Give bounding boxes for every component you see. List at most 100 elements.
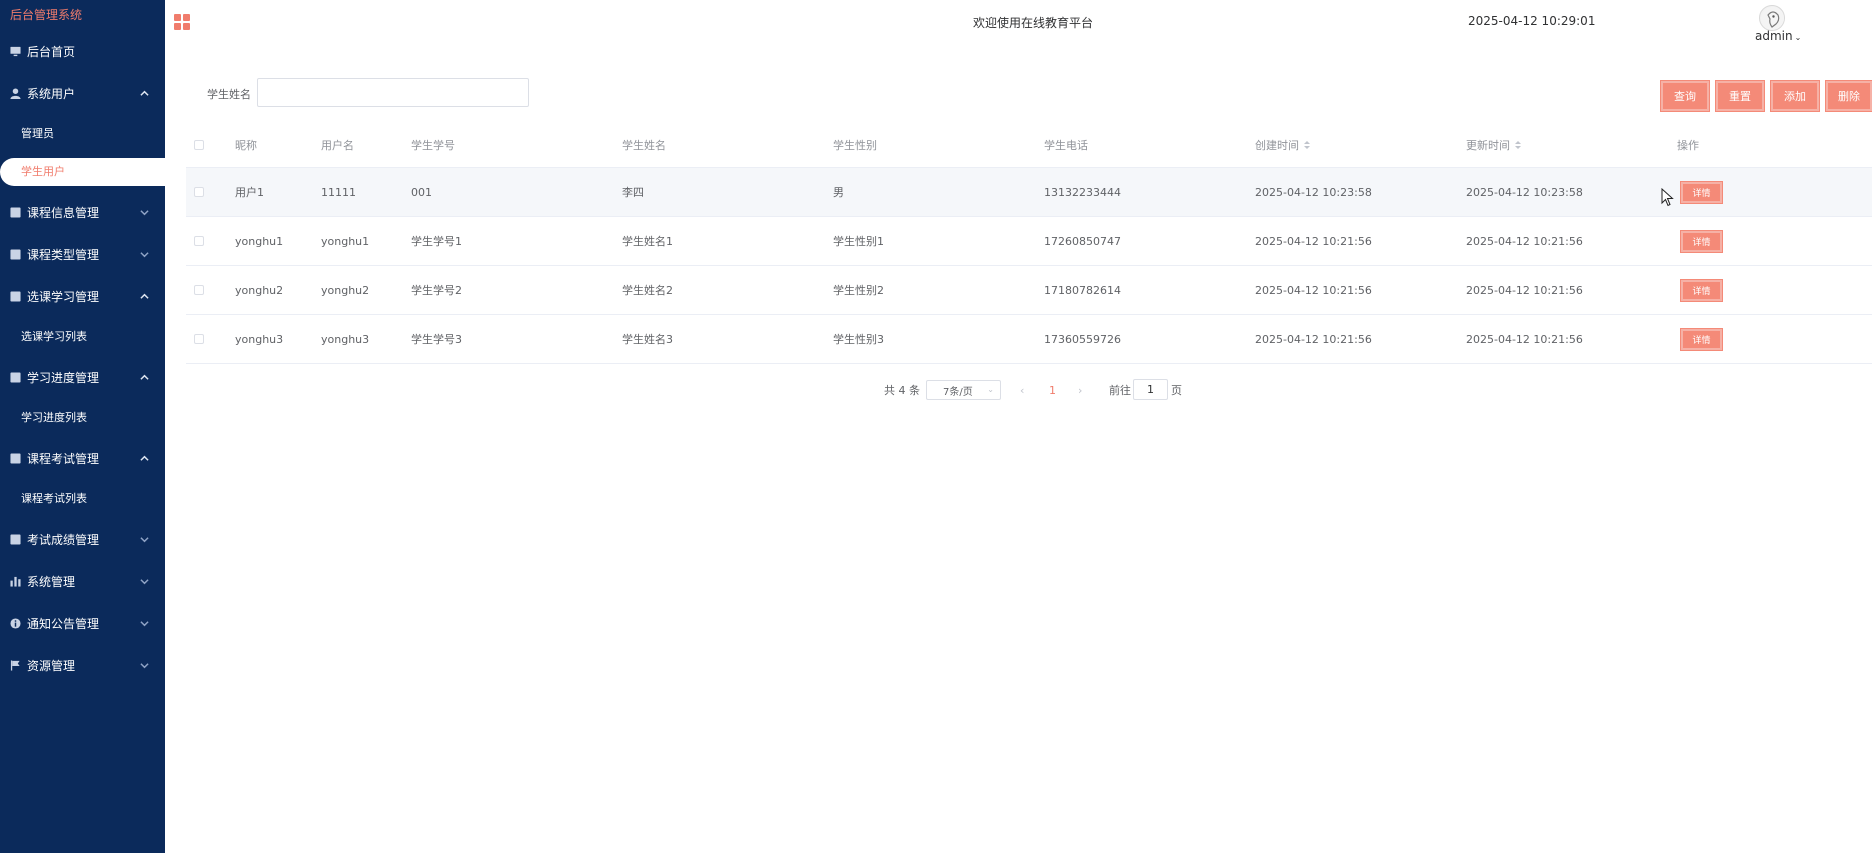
page-size-select[interactable]: 7条/页 ⌄ (926, 380, 1001, 400)
chevron-down-icon (140, 560, 149, 602)
table-header: 昵称 用户名 学生学号 学生姓名 学生性别 学生电话 创建时间 更新时间 操作 (186, 123, 1872, 168)
next-page-icon[interactable]: › (1078, 380, 1082, 400)
sidebar-group-course-type[interactable]: 课程类型管理 (0, 233, 165, 275)
column-header: 用户名 (321, 139, 354, 152)
chevron-down-icon (140, 602, 149, 644)
sort-icon[interactable] (1304, 141, 1310, 149)
list-icon (10, 290, 21, 302)
sidebar-item-student-users[interactable]: 学生用户 (0, 158, 165, 186)
chevron-down-icon: ⌄ (1794, 33, 1802, 42)
add-button[interactable]: 添加 (1770, 80, 1820, 112)
cell-created: 2025-04-12 10:23:58 (1255, 185, 1372, 199)
page-number-current[interactable]: 1 (1049, 380, 1056, 400)
delete-button[interactable]: 删除 (1825, 80, 1872, 112)
cell-updated: 2025-04-12 10:21:56 (1466, 234, 1583, 248)
sidebar-group-course-info[interactable]: 课程信息管理 (0, 191, 165, 233)
sidebar-item-course-selection-list[interactable]: 选课学习列表 (0, 317, 165, 356)
sidebar-group-label: 课程信息管理 (27, 205, 100, 220)
column-header: 学生性别 (833, 139, 877, 152)
sidebar-group-scores[interactable]: 考试成绩管理 (0, 518, 165, 560)
chevron-down-icon (140, 644, 149, 686)
select-all-checkbox[interactable] (194, 123, 204, 167)
column-header: 昵称 (235, 139, 257, 152)
cell-username: 11111 (321, 185, 356, 199)
sidebar-group-resources[interactable]: 资源管理 (0, 644, 165, 686)
cell-student-id: 001 (411, 185, 432, 199)
sidebar-group-label: 考试成绩管理 (27, 532, 100, 547)
row-checkbox[interactable] (194, 168, 204, 216)
column-header-updated[interactable]: 更新时间 (1466, 123, 1521, 167)
sidebar-group-system-users[interactable]: 系统用户 (0, 72, 165, 114)
detail-button[interactable]: 详情 (1680, 180, 1723, 204)
sidebar-group-label: 系统管理 (27, 574, 76, 589)
mouse-cursor-icon (1661, 188, 1674, 207)
sidebar-group-label: 资源管理 (27, 658, 76, 673)
current-datetime: 2025-04-12 10:29:01 (1468, 14, 1596, 28)
cell-gender: 学生性别1 (833, 235, 884, 248)
sidebar-group-system-admin[interactable]: 系统管理 (0, 560, 165, 602)
monitor-icon (10, 46, 21, 57)
column-header-label: 更新时间 (1466, 139, 1510, 152)
query-button[interactable]: 查询 (1660, 80, 1710, 112)
search-label: 学生姓名 (207, 88, 251, 101)
prev-page-icon[interactable]: ‹ (1020, 380, 1024, 400)
chevron-up-icon (140, 356, 149, 398)
list-icon (10, 248, 21, 260)
row-checkbox[interactable] (194, 266, 204, 314)
reset-button[interactable]: 重置 (1715, 80, 1765, 112)
cell-phone: 17360559726 (1044, 332, 1121, 346)
cell-phone: 17260850747 (1044, 234, 1121, 248)
sidebar-group-label: 学习进度管理 (27, 370, 100, 385)
detail-button[interactable]: 详情 (1680, 327, 1723, 351)
goto-suffix: 页 (1171, 384, 1182, 397)
table-row[interactable]: yonghu3 yonghu3 学生学号3 学生姓名3 学生性别3 173605… (186, 315, 1872, 364)
sidebar-group-notices[interactable]: 通知公告管理 (0, 602, 165, 644)
user-menu[interactable]: admin ⌄ (1755, 29, 1801, 43)
sidebar-item-progress-list[interactable]: 学习进度列表 (0, 398, 165, 437)
sidebar: 后台管理系统 后台首页 系统用户 管理员 学生用户 课程信息管理 课程类型管理 … (0, 0, 165, 853)
cell-actions: 详情 (1680, 266, 1723, 314)
sidebar-item-home[interactable]: 后台首页 (0, 30, 165, 72)
sidebar-item-exam-list[interactable]: 课程考试列表 (0, 479, 165, 518)
username: admin (1755, 29, 1793, 43)
column-header-created[interactable]: 创建时间 (1255, 123, 1310, 167)
sidebar-group-label: 选课学习管理 (27, 289, 100, 304)
column-header: 学生姓名 (622, 139, 666, 152)
table-row[interactable]: yonghu2 yonghu2 学生学号2 学生姓名2 学生性别2 171807… (186, 266, 1872, 315)
column-header: 学生学号 (411, 139, 455, 152)
cell-nickname: yonghu1 (235, 234, 284, 248)
sidebar-item-admin[interactable]: 管理员 (0, 114, 165, 153)
cell-created: 2025-04-12 10:21:56 (1255, 234, 1372, 248)
list-icon (10, 371, 21, 383)
chevron-down-icon (140, 518, 149, 560)
cell-nickname: 用户1 (235, 186, 264, 199)
detail-button[interactable]: 详情 (1680, 278, 1723, 302)
cell-actions: 详情 (1680, 217, 1723, 265)
cell-student-name: 学生姓名3 (622, 333, 673, 346)
detail-button[interactable]: 详情 (1680, 229, 1723, 253)
sidebar-item-label: 后台首页 (27, 44, 76, 59)
menu-grid-icon[interactable] (174, 14, 190, 30)
sidebar-group-label: 课程考试管理 (27, 451, 100, 466)
chevron-up-icon (140, 437, 149, 479)
cell-nickname: yonghu3 (235, 332, 284, 346)
row-checkbox[interactable] (194, 315, 204, 363)
row-checkbox[interactable] (194, 217, 204, 265)
table-row[interactable]: yonghu1 yonghu1 学生学号1 学生姓名1 学生性别1 172608… (186, 217, 1872, 266)
sidebar-group-label: 通知公告管理 (27, 616, 100, 631)
cell-gender: 学生性别3 (833, 333, 884, 346)
info-icon (10, 617, 21, 629)
list-icon (10, 533, 21, 545)
chevron-up-icon (140, 275, 149, 317)
sidebar-group-course-selection[interactable]: 选课学习管理 (0, 275, 165, 317)
cell-actions: 详情 (1680, 315, 1723, 363)
cell-student-name: 李四 (622, 186, 644, 199)
avatar[interactable] (1759, 5, 1785, 31)
goto-page-input[interactable]: 1 (1133, 379, 1168, 400)
student-name-search-input[interactable] (257, 78, 529, 107)
sidebar-group-progress[interactable]: 学习进度管理 (0, 356, 165, 398)
cell-gender: 学生性别2 (833, 284, 884, 297)
sort-icon[interactable] (1515, 141, 1521, 149)
table-row[interactable]: 用户1 11111 001 李四 男 13132233444 2025-04-1… (186, 168, 1872, 217)
sidebar-group-exam[interactable]: 课程考试管理 (0, 437, 165, 479)
